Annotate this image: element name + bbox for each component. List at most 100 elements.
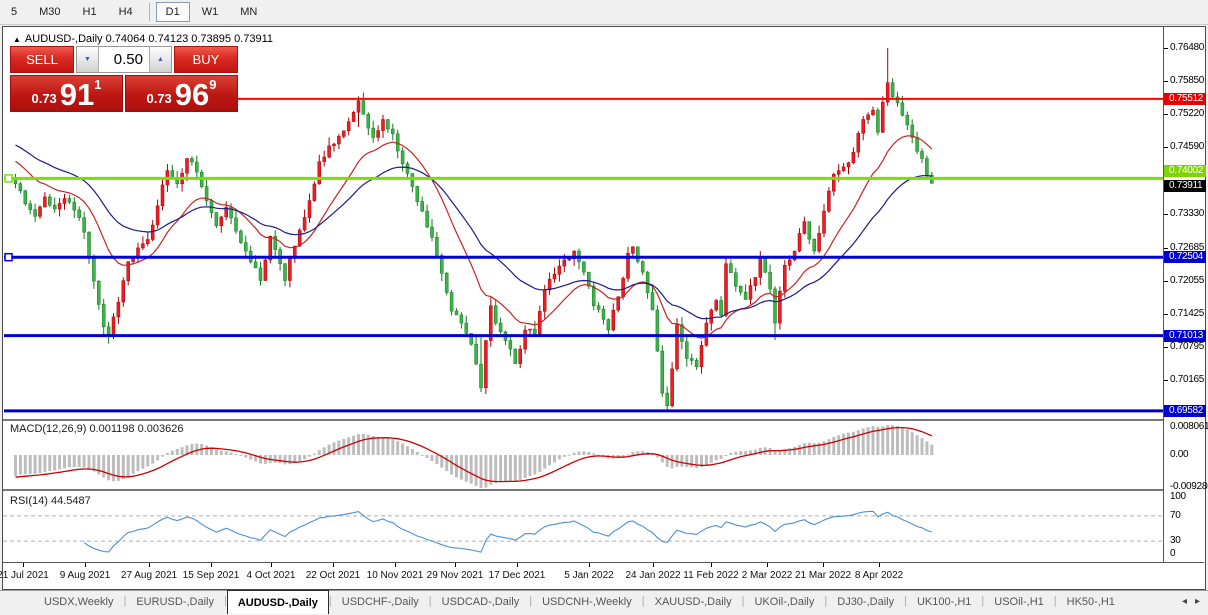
indicator-axis-label: 0.008061 xyxy=(1170,421,1208,432)
date-tick-mark xyxy=(711,563,712,567)
date-tick-mark xyxy=(85,563,86,567)
date-tick-mark xyxy=(767,563,768,567)
chart-marker-icon: ▲ xyxy=(13,35,21,44)
price-axis: 0.764800.758500.752200.745900.733300.726… xyxy=(1163,27,1205,562)
date-tick-label: 27 Aug 2021 xyxy=(114,570,184,581)
tab-usdx-weekly[interactable]: USDX,Weekly xyxy=(34,591,123,614)
date-tick-mark xyxy=(23,563,24,567)
price-tick-label: 0.72055 xyxy=(1170,275,1204,286)
date-axis: 21 Jul 20219 Aug 202127 Aug 202115 Sep 2… xyxy=(3,562,1204,589)
volume-decrease-button[interactable]: ▼ xyxy=(77,47,99,72)
tab-usdcad-daily[interactable]: USDCAD-,Daily xyxy=(432,591,530,614)
sell-price-pip: 1 xyxy=(94,77,101,92)
symbol-tabbar: USDX,Weekly|EURUSD-,Daily|AUDUSD-,Daily|… xyxy=(0,590,1208,614)
buy-price-prefix: 0.73 xyxy=(146,91,171,106)
date-tick-mark xyxy=(455,563,456,567)
price-axis-marker: 0.71013 xyxy=(1164,330,1206,342)
rsi-label: RSI(14) 44.5487 xyxy=(10,495,91,507)
price-axis-marker: 0.69582 xyxy=(1164,405,1206,417)
date-tick-label: 29 Nov 2021 xyxy=(420,570,490,581)
price-axis-marker: 0.73911 xyxy=(1164,180,1206,192)
tab-usdcnh-weekly[interactable]: USDCNH-,Weekly xyxy=(532,591,642,614)
price-tick-mark xyxy=(1164,281,1168,282)
tab-hk50-h1[interactable]: HK50-,H1 xyxy=(1057,591,1125,614)
price-tick-mark xyxy=(1164,248,1168,249)
volume-input[interactable] xyxy=(99,47,149,72)
date-tick-mark xyxy=(149,563,150,567)
date-tick-label: 9 Aug 2021 xyxy=(50,570,120,581)
indicator-axis-label: 100 xyxy=(1170,491,1186,502)
macd-label: MACD(12,26,9) 0.001198 0.003626 xyxy=(10,423,183,435)
date-tick-mark xyxy=(653,563,654,567)
volume-increase-button[interactable]: ▲ xyxy=(149,47,171,72)
price-tick-mark xyxy=(1164,81,1168,82)
buy-price-main: 96 xyxy=(175,81,209,108)
price-tick-mark xyxy=(1164,48,1168,49)
triangle-down-icon: ▼ xyxy=(84,56,91,63)
trade-panel: SELL ▼ ▲ BUY 0.73911 0.73 969 xyxy=(10,46,238,112)
price-tick-label: 0.71425 xyxy=(1170,308,1204,319)
indicator-axis-label: 30 xyxy=(1170,535,1181,546)
indicator-axis-label: 0 xyxy=(1170,548,1175,559)
timeframe-button-mn[interactable]: MN xyxy=(230,2,267,22)
price-tick-mark xyxy=(1164,380,1168,381)
timeframe-button-d1[interactable]: D1 xyxy=(156,2,190,22)
tab-scroll-right-icon[interactable]: ▸ xyxy=(1195,596,1200,607)
price-tick-label: 0.73330 xyxy=(1170,208,1204,219)
tab-ukoil-daily[interactable]: UKOil-,Daily xyxy=(744,591,824,614)
price-tick-label: 0.76480 xyxy=(1170,42,1204,53)
date-tick-label: 22 Oct 2021 xyxy=(298,570,368,581)
date-tick-label: 4 Oct 2021 xyxy=(236,570,306,581)
date-tick-mark xyxy=(823,563,824,567)
date-tick-label: 5 Jan 2022 xyxy=(554,570,624,581)
mt4-window: 5M30H1H4 D1W1MN ▲ AUDUSD-,Daily 0.74064 0.… xyxy=(0,0,1208,615)
date-tick-mark xyxy=(211,563,212,567)
rsi-panel-splitter[interactable] xyxy=(3,489,1205,491)
price-axis-marker: 0.75512 xyxy=(1164,93,1206,105)
price-tick-label: 0.75220 xyxy=(1170,108,1204,119)
buy-button[interactable]: BUY xyxy=(174,46,238,73)
tab-eurusd-daily[interactable]: EURUSD-,Daily xyxy=(126,591,224,614)
toolbar-separator xyxy=(149,3,150,21)
timeframe-button-5[interactable]: 5 xyxy=(1,2,27,22)
sell-button[interactable]: SELL xyxy=(10,46,74,73)
sell-price-prefix: 0.73 xyxy=(31,91,56,106)
date-tick-label: 17 Dec 2021 xyxy=(482,570,552,581)
tab-usoil-h1[interactable]: USOil-,H1 xyxy=(984,591,1054,614)
price-tick-mark xyxy=(1164,214,1168,215)
date-tick-mark xyxy=(395,563,396,567)
price-tick-mark xyxy=(1164,114,1168,115)
tab-audusd-daily[interactable]: AUDUSD-,Daily xyxy=(227,590,329,614)
buy-price-display[interactable]: 0.73 969 xyxy=(125,75,238,112)
tab-xauusd-daily[interactable]: XAUUSD-,Daily xyxy=(645,591,742,614)
date-tick-label: 8 Apr 2022 xyxy=(844,570,914,581)
price-tick-label: 0.74590 xyxy=(1170,141,1204,152)
timeframe-button-m30[interactable]: M30 xyxy=(29,2,70,22)
macd-panel-splitter[interactable] xyxy=(3,419,1205,421)
tab-usdchf-daily[interactable]: USDCHF-,Daily xyxy=(332,591,429,614)
price-tick-mark xyxy=(1164,347,1168,348)
date-tick-mark xyxy=(879,563,880,567)
buy-price-pip: 9 xyxy=(209,77,216,92)
price-tick-label: 0.70795 xyxy=(1170,341,1204,352)
price-tick-label: 0.75850 xyxy=(1170,75,1204,86)
timeframe-button-h1[interactable]: H1 xyxy=(73,2,107,22)
date-tick-mark xyxy=(333,563,334,567)
sell-price-display[interactable]: 0.73911 xyxy=(10,75,123,112)
timeframe-toolbar: 5M30H1H4 D1W1MN xyxy=(0,0,1208,25)
chart-ohlc-values: 0.74064 0.74123 0.73895 0.73911 xyxy=(106,33,273,45)
tab-scroll-left-icon[interactable]: ◂ xyxy=(1182,596,1187,607)
price-tick-label: 0.70165 xyxy=(1170,374,1204,385)
timeframe-button-h4[interactable]: H4 xyxy=(109,2,143,22)
timeframe-button-w1[interactable]: W1 xyxy=(192,2,229,22)
price-tick-mark xyxy=(1164,314,1168,315)
indicator-axis-label: 0.00 xyxy=(1170,449,1188,460)
price-tick-mark xyxy=(1164,147,1168,148)
triangle-up-icon: ▲ xyxy=(157,56,164,63)
tab-dj30-daily[interactable]: DJ30-,Daily xyxy=(827,591,904,614)
chart-symbol-label: AUDUSD-,Daily xyxy=(25,33,103,45)
volume-spinner: ▼ ▲ xyxy=(76,46,172,73)
price-axis-marker: 0.74002 xyxy=(1164,165,1206,177)
tab-uk100-h1[interactable]: UK100-,H1 xyxy=(907,591,981,614)
indicator-axis-label: 70 xyxy=(1170,510,1181,521)
